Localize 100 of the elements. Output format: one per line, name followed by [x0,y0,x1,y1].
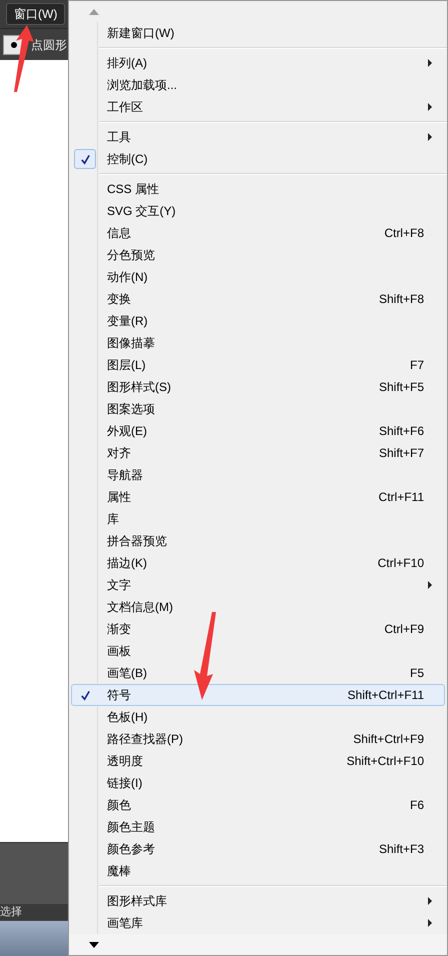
menu-item-label: 新建窗口(W) [107,25,174,42]
menu-item[interactable]: 拼合器预览 [71,530,445,552]
menu-item-label: 颜色 [107,797,131,814]
menu-item[interactable]: 新建窗口(W) [71,22,445,44]
menu-item[interactable]: 对齐 Shift+F7 [71,442,445,464]
menu-item-label: 色板(H) [107,709,148,726]
menu-item[interactable]: 动作(N) [71,266,445,288]
menu-item[interactable]: CSS 属性 [71,178,445,200]
menu-item-label: 工具 [107,129,131,146]
menu-item-label: 动作(N) [107,269,148,286]
shortcut-label: Shift+Ctrl+F10 [346,753,424,770]
menu-item[interactable]: 工具 [71,126,445,148]
menu-item-label: 分色预览 [107,247,155,264]
menu-item-label: 控制(C) [107,151,148,168]
menu-item[interactable]: 链接(I) [71,772,445,794]
menu-item[interactable]: 图像描摹 [71,332,445,354]
menu-item-label: 工作区 [107,99,143,116]
option-label: 点圆形 [31,36,67,54]
menu-item[interactable]: 排列(A) [71,52,445,74]
menu-item[interactable]: 信息 Ctrl+F8 [71,222,445,244]
menu-item[interactable]: 图层(L) F7 [71,354,445,376]
menu-item-label: 画笔库 [107,915,143,932]
menu-item-label: 图像描摹 [107,335,155,352]
shortcut-label: Shift+Ctrl+F11 [348,687,424,704]
menu-item[interactable]: 导航器 [71,464,445,486]
menu-item[interactable]: 画板 [71,640,445,662]
menu-item-label: 排列(A) [107,55,147,72]
menu-item[interactable]: 分色预览 [71,244,445,266]
menu-item[interactable]: 透明度 Shift+Ctrl+F10 [71,750,445,772]
menu-item[interactable]: 描边(K) Ctrl+F10 [71,552,445,574]
window-menu[interactable]: 窗口(W) [6,3,66,25]
menu-item[interactable]: 图案选项 [71,398,445,420]
shortcut-label: F5 [410,665,424,682]
menu-item[interactable]: 颜色参考 Shift+F3 [71,838,445,860]
submenu-arrow-icon [428,103,432,111]
menu-item[interactable]: 画笔库 [71,912,445,934]
menu-item[interactable]: 外观(E) Shift+F6 [71,420,445,442]
menu-item-label: 颜色参考 [107,841,155,858]
menu-item-label: 画板 [107,643,131,660]
menu-item[interactable]: 变换 Shift+F8 [71,288,445,310]
menu-item-label: 信息 [107,225,131,242]
menu-item[interactable]: SVG 交互(Y) [71,200,445,222]
menu-item[interactable]: 渐变 Ctrl+F9 [71,618,445,640]
check-icon [74,149,96,169]
menu-item-label: 图层(L) [107,357,146,374]
menu-item-label: 变量(R) [107,313,148,330]
menu-item[interactable]: 库 [71,508,445,530]
menu-item[interactable]: 图形样式(S) Shift+F5 [71,376,445,398]
submenu-arrow-icon [428,897,432,905]
shortcut-label: Shift+F5 [378,379,424,396]
menu-item[interactable]: 色板(H) [71,706,445,728]
shortcut-label: Ctrl+F9 [384,621,424,638]
menu-item-label: 文档信息(M) [107,599,173,616]
menu-item[interactable]: 控制(C) [71,148,445,170]
shortcut-label: Ctrl+F8 [384,225,424,242]
menu-item[interactable]: 路径查找器(P) Shift+Ctrl+F9 [71,728,445,750]
menu-item[interactable]: 属性 Ctrl+F11 [71,486,445,508]
shortcut-label: F7 [410,357,424,374]
menu-item-label: 对齐 [107,445,131,462]
menu-item-label: 变换 [107,291,131,308]
menu-item-label: 描边(K) [107,555,147,572]
shortcut-label: Shift+F7 [378,445,424,462]
menu-item-label: 文字 [107,577,131,594]
menu-item-label: 颜色主题 [107,819,155,836]
menu-item[interactable]: 颜色 F6 [71,794,445,816]
menu-item-label: 图案选项 [107,401,155,418]
menu-item[interactable]: 变量(R) [71,310,445,332]
scroll-down-icon[interactable] [89,942,99,948]
menu-item-label: 属性 [107,489,131,506]
menu-item-label: CSS 属性 [107,181,160,198]
shortcut-label: Shift+F6 [378,423,424,440]
shortcut-label: Ctrl+F11 [378,489,424,506]
menu-item[interactable]: 图形样式库 [71,890,445,912]
shortcut-label: F6 [410,797,424,814]
menu-item[interactable]: 浏览加载项... [71,74,445,96]
shortcut-label: Shift+F3 [378,841,424,858]
menu-item[interactable]: 符号 Shift+Ctrl+F11 [71,684,445,706]
menu-item-label: 浏览加载项... [107,77,178,94]
menu-item-label: SVG 交互(Y) [107,203,176,220]
menu-item-label: 图形样式库 [107,893,167,910]
menu-item[interactable]: 颜色主题 [71,816,445,838]
status-label: 选择 [0,904,22,920]
menu-item[interactable]: 文档信息(M) [71,596,445,618]
menu-item-label: 渐变 [107,621,131,638]
menu-item[interactable]: 魔棒 [71,860,445,882]
submenu-arrow-icon [428,133,432,141]
menu-item-label: 库 [107,511,119,528]
annotation-arrow-drawing [12,25,34,92]
shortcut-label: Shift+Ctrl+F9 [353,731,424,748]
menu-item-label: 透明度 [107,753,143,770]
menu-item-label: 拼合器预览 [107,533,167,550]
menu-item-label: 链接(I) [107,775,142,792]
menu-item-label: 图形样式(S) [107,379,171,396]
submenu-arrow-icon [428,581,432,589]
menu-item[interactable]: 工作区 [71,96,445,118]
menu-item-label: 符号 [107,687,131,704]
menu-item[interactable]: 文字 [71,574,445,596]
menu-item-label: 路径查找器(P) [107,731,183,748]
menu-item[interactable]: 画笔(B) F5 [71,662,445,684]
menu-item-label: 魔棒 [107,863,131,880]
